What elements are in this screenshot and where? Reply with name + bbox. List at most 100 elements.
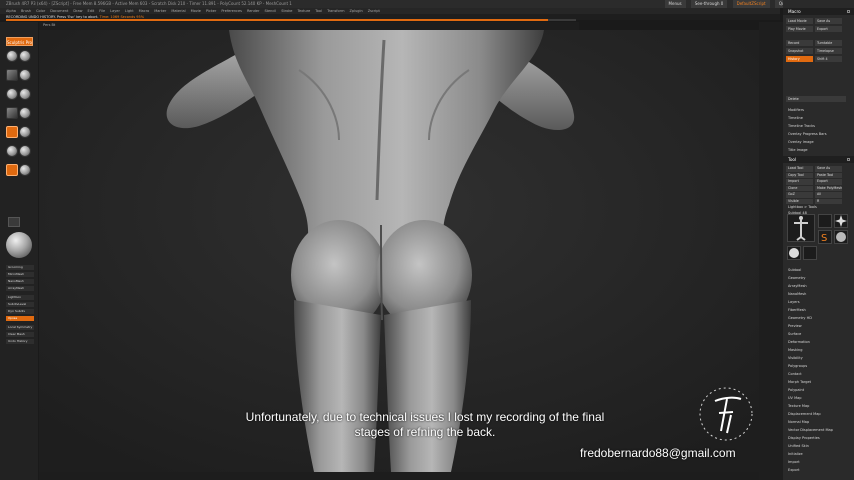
brush-hpolish-icon[interactable] — [19, 126, 31, 138]
save-as-button[interactable]: Save As — [815, 18, 842, 24]
delete-button[interactable]: Delete — [786, 96, 846, 102]
visible-tool-button[interactable]: Visible — [786, 198, 813, 204]
macro-palette-header[interactable]: Macro — [783, 8, 854, 15]
subpalette-unified-skin[interactable]: Unified Skin — [783, 442, 854, 450]
paste-tool-tool-button[interactable]: Paste Tool — [815, 172, 842, 178]
alpha-icon[interactable] — [6, 164, 18, 176]
subpalette-uv-map[interactable]: UV Map — [783, 394, 854, 402]
subpalette-visibility[interactable]: Visibility — [783, 354, 854, 362]
save-as-tool-button[interactable]: Save As — [815, 166, 842, 172]
menu-material[interactable]: Material — [171, 9, 185, 13]
lightbox-tools-label[interactable]: Lightbox > Tools — [788, 205, 817, 209]
subpalette-displacement-map[interactable]: Displacement Map — [783, 410, 854, 418]
subpalette-import[interactable]: Import — [783, 458, 854, 466]
subpalette-vector-displacement-map[interactable]: Vector Displacement Map — [783, 426, 854, 434]
xpose-button[interactable]: Xpose — [6, 316, 34, 321]
texture-icon[interactable] — [19, 164, 31, 176]
menu-zplugin[interactable]: Zplugin — [349, 9, 362, 13]
make-polymesh3d-tool-button[interactable]: Make PolyMesh3D — [815, 185, 842, 191]
subpalette-initialize[interactable]: Initialize — [783, 450, 854, 458]
dyn-subdiv-button[interactable]: Dyn Subdiv — [6, 309, 34, 314]
brush-smooth-icon[interactable] — [6, 88, 18, 100]
subpalette-geometry[interactable]: Geometry — [783, 274, 854, 282]
menus-button[interactable]: Menus — [664, 0, 686, 8]
import-tool-button[interactable]: Import — [786, 179, 813, 185]
brush-pinch-icon[interactable] — [6, 107, 18, 119]
load-tool-tool-button[interactable]: Load Tool — [786, 166, 813, 172]
subdivlevel-button[interactable]: SubdivLevel — [6, 302, 34, 307]
menu-brush[interactable]: Brush — [21, 9, 31, 13]
clone-tool-button[interactable]: Clone — [786, 185, 813, 191]
subpalette-polypaint[interactable]: Polypaint — [783, 386, 854, 394]
subpalette-nanomesh[interactable]: NanoMesh — [783, 290, 854, 298]
copy-tool-tool-button[interactable]: Copy Tool — [786, 172, 813, 178]
menu-macro[interactable]: Macro — [139, 9, 150, 13]
stroke-dots-icon[interactable] — [6, 126, 18, 138]
subpalette-normal-map[interactable]: Normal Map — [783, 418, 854, 426]
menu-stencil[interactable]: Stencil — [264, 9, 276, 13]
menu-tool[interactable]: Tool — [315, 9, 322, 13]
nanomesh-button[interactable]: NanoMesh — [6, 279, 34, 284]
micromesh-button[interactable]: MicroMesh — [6, 272, 34, 277]
seethrough-slider[interactable]: See-through 0 — [690, 0, 728, 8]
arraymesh-button[interactable]: ArrayMesh — [6, 286, 34, 291]
brush-clay-icon[interactable] — [19, 145, 31, 157]
sphere-thumbnail[interactable] — [834, 230, 848, 244]
subpalette-texture-map[interactable]: Texture Map — [783, 402, 854, 410]
subpalette-timeline[interactable]: Timeline — [788, 116, 803, 120]
r-tool-button[interactable]: R — [815, 198, 842, 204]
polysphere-thumbnail[interactable] — [787, 246, 801, 260]
local-symmetry-button[interactable]: Local Symmetry — [6, 325, 34, 330]
brush-dam-standard-icon[interactable] — [19, 69, 31, 81]
subpalette-arraymesh[interactable]: ArrayMesh — [783, 282, 854, 290]
menu-movie[interactable]: Movie — [191, 9, 201, 13]
export-tool-button[interactable]: Export — [815, 179, 842, 185]
undo-history-button[interactable]: Undo History — [6, 339, 34, 344]
menu-edit[interactable]: Edit — [88, 9, 95, 13]
subpalette-modifiers[interactable]: Modifiers — [788, 108, 804, 112]
sculpt-viewport[interactable] — [39, 30, 759, 472]
clear-mesh-button[interactable]: Clear Mesh — [6, 332, 34, 337]
texture-off-icon[interactable] — [8, 217, 20, 227]
menu-picker[interactable]: Picker — [206, 9, 216, 13]
brush-claybuildup-icon[interactable] — [19, 50, 31, 62]
menu-marker[interactable]: Marker — [154, 9, 166, 13]
menu-alpha[interactable]: Alpha — [6, 9, 16, 13]
tool-palette-header[interactable]: Tool — [783, 156, 854, 163]
simplebrush-thumbnail[interactable] — [818, 214, 832, 228]
subpalette-deformation[interactable]: Deformation — [783, 338, 854, 346]
subpalette-export[interactable]: Export — [783, 466, 854, 474]
subpalette-display-properties[interactable]: Display Properties — [783, 434, 854, 442]
menu-transform[interactable]: Transform — [327, 9, 344, 13]
star-tool-thumbnail[interactable] — [834, 214, 848, 228]
menu-color[interactable]: Color — [36, 9, 45, 13]
subpalette-polygroups[interactable]: Polygroups — [783, 362, 854, 370]
menu-document[interactable]: Document — [50, 9, 68, 13]
subpalette-overlay-image[interactable]: Overlay Image — [788, 140, 814, 144]
subpalette-surface[interactable]: Surface — [783, 330, 854, 338]
subpalette-layers[interactable]: Layers — [783, 298, 854, 306]
menu-file[interactable]: File — [99, 9, 105, 13]
sculptris-pro-button[interactable]: Sculptris Pro — [6, 37, 33, 46]
brush-standard-icon[interactable] — [6, 50, 18, 62]
turntable-button[interactable]: Turntable — [815, 40, 842, 46]
subpalette-morph-target[interactable]: Morph Target — [783, 378, 854, 386]
menu-light[interactable]: Light — [125, 9, 134, 13]
goz-tool-button[interactable]: GoZ — [786, 192, 813, 198]
load-movie-button[interactable]: Load Movie — [786, 18, 813, 24]
brush-inflate-icon[interactable] — [19, 88, 31, 100]
menu-zscript[interactable]: Zscript — [368, 9, 380, 13]
export-button[interactable]: Export — [815, 26, 842, 32]
subpalette-subtool[interactable]: Subtool — [783, 266, 854, 274]
brush-flatten-icon[interactable] — [6, 145, 18, 157]
shift-4-button[interactable]: Shift 4 — [815, 56, 842, 62]
tool-palette-toggle-icon[interactable] — [847, 158, 850, 161]
menu-preferences[interactable]: Preferences — [221, 9, 242, 13]
brush-move-icon[interactable] — [6, 69, 18, 81]
menu-texture[interactable]: Texture — [297, 9, 310, 13]
subpalette-contact[interactable]: Contact — [783, 370, 854, 378]
menu-render[interactable]: Render — [247, 9, 259, 13]
subpalette-fibermesh[interactable]: FiberMesh — [783, 306, 854, 314]
subpalette-timeline-tracks[interactable]: Timeline Tracks — [788, 124, 815, 128]
zspheres-thumbnail[interactable]: S — [818, 230, 832, 244]
